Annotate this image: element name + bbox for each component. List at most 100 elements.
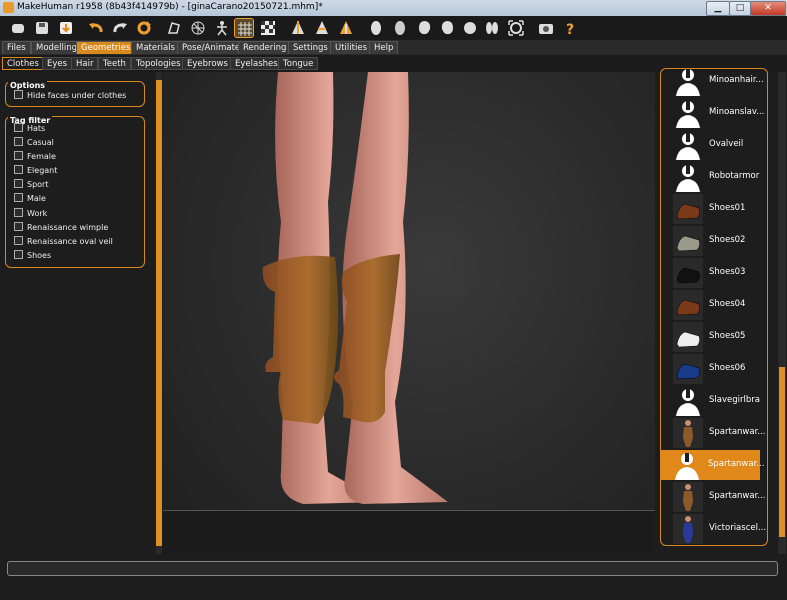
tag-elegant[interactable]: Elegant (14, 165, 57, 177)
front-view-icon (292, 21, 304, 34)
tag-renaissance-wimple[interactable]: Renaissance wimple (14, 222, 108, 234)
tab-utilities[interactable]: Utilities (330, 41, 372, 54)
subtab-tongue[interactable]: Tongue (278, 57, 319, 70)
tab-modelling[interactable]: Modelling (31, 41, 83, 54)
clothes-list-item[interactable]: Spartanwar... (661, 450, 764, 480)
left-scrollbar-thumb[interactable] (156, 80, 162, 546)
background-button[interactable] (258, 18, 278, 38)
tab-help[interactable]: Help (369, 41, 399, 54)
tag-hats[interactable]: Hats (14, 123, 45, 135)
head-back-button[interactable] (390, 18, 410, 38)
tag-casual[interactable]: Casual (14, 137, 54, 149)
checkbox-box[interactable] (14, 222, 23, 231)
tab-files[interactable]: Files (2, 41, 31, 54)
wireframe-button[interactable] (188, 18, 208, 38)
clothes-list-item[interactable]: Shoes06 (669, 354, 763, 384)
save-button[interactable] (32, 18, 52, 38)
tag-male[interactable]: Male (14, 193, 46, 205)
reset-icon (137, 21, 151, 35)
subtab-eyes[interactable]: Eyes (42, 57, 73, 70)
tab-settings[interactable]: Settings (288, 41, 333, 54)
subtab-topologies[interactable]: Topologies (131, 57, 186, 70)
clothes-list-item[interactable]: Shoes03 (669, 258, 763, 288)
tag-label: Shoes (27, 251, 52, 260)
help-button[interactable]: ? (560, 18, 580, 38)
checkbox-box[interactable] (14, 90, 23, 99)
smooth-button[interactable] (164, 18, 184, 38)
head-bottom-button[interactable] (482, 18, 502, 38)
clothes-list-item[interactable]: Ovalveil (669, 130, 763, 160)
tab-rendering[interactable]: Rendering (238, 41, 292, 54)
no-thumbnail-icon (672, 450, 702, 480)
grid-button[interactable] (234, 18, 254, 38)
close-button[interactable]: ✕ (750, 1, 786, 16)
back-view-button[interactable] (336, 18, 356, 38)
tag-filter-group: Tag filter Hats Casual Female Elegant Sp… (5, 116, 145, 268)
clothes-list-item[interactable]: Slavegirlbra (669, 386, 763, 416)
right-scrollbar[interactable] (778, 72, 786, 554)
clothes-list-item[interactable]: Shoes05 (669, 322, 763, 352)
subtab-teeth[interactable]: Teeth (98, 57, 131, 70)
3d-viewport[interactable] (163, 72, 655, 554)
right-scrollbar-thumb[interactable] (779, 367, 785, 537)
checkbox-box[interactable] (14, 250, 23, 259)
clothes-list-item[interactable]: Shoes04 (669, 290, 763, 320)
tag-label: Hats (27, 124, 46, 133)
undo-button[interactable] (86, 18, 106, 38)
subtab-eyebrows[interactable]: Eyebrows (182, 57, 233, 70)
clothes-list-item[interactable]: Shoes01 (669, 194, 763, 224)
checkbox-box[interactable] (14, 137, 23, 146)
subtab-clothes[interactable]: Clothes (2, 57, 44, 70)
options-group: Options Hide faces under clothes (5, 81, 145, 107)
tab-materials[interactable]: Materials (131, 41, 180, 54)
thumbnail-image (673, 258, 703, 288)
no-thumbnail-icon (673, 386, 703, 416)
thumbnail-image (673, 418, 703, 448)
screenshot-button[interactable] (536, 18, 556, 38)
head-left-button[interactable] (414, 18, 434, 38)
wireframe-icon (191, 21, 205, 35)
checkerboard-icon (261, 21, 275, 35)
checkbox-box[interactable] (14, 165, 23, 174)
tag-renaissance-oval-veil[interactable]: Renaissance oval veil (14, 236, 113, 248)
tab-pose-animate[interactable]: Pose/Animate (177, 41, 246, 54)
clothes-list-item[interactable]: Robotarmor (669, 162, 763, 192)
checkbox-box[interactable] (14, 236, 23, 245)
clothes-list-item[interactable]: Minoanhair... (669, 69, 764, 96)
tag-shoes[interactable]: Shoes (14, 250, 51, 262)
checkbox-box[interactable] (14, 208, 23, 217)
clothes-list-item[interactable]: Shoes02 (669, 226, 763, 256)
clothes-list-item[interactable]: Spartanwar... (669, 482, 765, 512)
hide-faces-checkbox[interactable]: Hide faces under clothes (14, 90, 126, 102)
head-right-button[interactable] (438, 18, 458, 38)
left-panel: Options Hide faces under clothes Tag fil… (0, 72, 163, 554)
maximize-button[interactable]: □ (729, 1, 751, 16)
back-view-icon (340, 21, 352, 34)
checkbox-box[interactable] (14, 193, 23, 202)
tag-work[interactable]: Work (14, 208, 47, 220)
pose-button[interactable] (212, 18, 232, 38)
checkbox-box[interactable] (14, 123, 23, 132)
side-view-button[interactable] (312, 18, 332, 38)
right-panel: Minoanhair... Minoanslav... Ovalveil Robota… (655, 68, 787, 554)
subtab-eyelashes[interactable]: Eyelashes (230, 57, 283, 70)
clothes-list-item[interactable]: Minoanslav... (669, 98, 764, 128)
clothes-list-item[interactable]: Spartanwar... (669, 418, 765, 448)
reset-camera-button[interactable] (506, 18, 526, 38)
checkbox-box[interactable] (14, 151, 23, 160)
tag-sport[interactable]: Sport (14, 179, 48, 191)
subtab-hair[interactable]: Hair (71, 57, 99, 70)
front-view-button[interactable] (288, 18, 308, 38)
new-file-button[interactable] (8, 18, 28, 38)
export-button[interactable] (56, 18, 76, 38)
clothes-list-item[interactable]: Victoriascel... (669, 514, 766, 544)
minimize-button[interactable]: ▁ (706, 1, 730, 16)
head-front-button[interactable] (366, 18, 386, 38)
tab-geometries[interactable]: Geometries (76, 41, 136, 54)
left-scrollbar[interactable] (156, 72, 162, 554)
tag-female[interactable]: Female (14, 151, 56, 163)
redo-button[interactable] (110, 18, 130, 38)
head-top-button[interactable] (460, 18, 480, 38)
checkbox-box[interactable] (14, 179, 23, 188)
reset-button[interactable] (134, 18, 154, 38)
